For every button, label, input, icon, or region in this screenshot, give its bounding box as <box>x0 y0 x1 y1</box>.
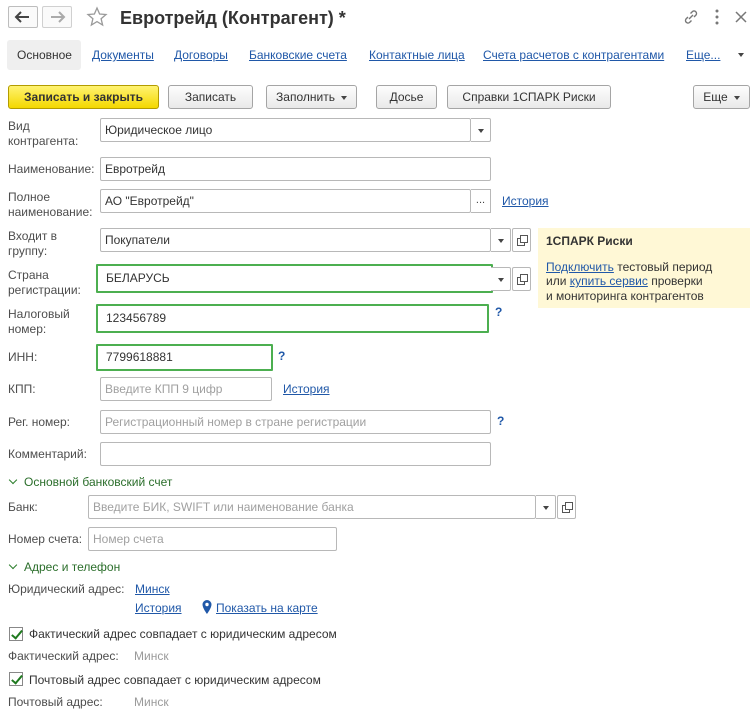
inn-help[interactable]: ? <box>278 349 285 363</box>
spark-reports-button[interactable]: Справки 1СПАРК Риски <box>447 85 611 109</box>
fill-button[interactable]: Заполнить <box>266 85 357 109</box>
forward-button[interactable] <box>42 6 72 28</box>
spark-panel-line3: и мониторинга контрагентов <box>546 289 704 303</box>
more-menu-icon[interactable] <box>712 8 722 26</box>
spark-connect-link[interactable]: Подключить <box>546 260 614 274</box>
actual-address-label: Фактический адрес: <box>8 649 119 663</box>
more-button[interactable]: Еще <box>693 85 750 109</box>
tax-number-help[interactable]: ? <box>495 305 502 319</box>
spark-panel-line1: Подключить тестовый период <box>546 260 712 275</box>
spark-panel-line2: или купить сервис проверки <box>546 274 703 289</box>
save-button[interactable]: Записать <box>168 85 253 109</box>
comment-label: Комментарий: <box>8 447 87 461</box>
reg-number-help[interactable]: ? <box>497 414 504 428</box>
tab-contacts[interactable]: Контактные лица <box>369 48 465 63</box>
comment-field[interactable] <box>100 442 491 466</box>
address-section-header[interactable]: Адрес и телефон <box>8 560 120 575</box>
tab-main-label: Основное <box>17 48 72 62</box>
actual-same-checkbox[interactable] <box>9 627 23 641</box>
back-button[interactable] <box>8 6 38 28</box>
country-dropdown-button[interactable] <box>491 267 511 291</box>
bank-label: Банк: <box>8 500 38 514</box>
group-field[interactable]: Покупатели <box>100 228 491 252</box>
star-icon <box>86 6 108 27</box>
bank-section-header[interactable]: Основной банковский счет <box>8 475 172 490</box>
country-field[interactable]: БЕЛАРУСЬ <box>96 264 493 293</box>
name-label: Наименование: <box>8 162 95 176</box>
tab-more[interactable]: Еще... <box>686 48 720 63</box>
link-icon[interactable] <box>682 8 700 26</box>
postal-address-label: Почтовый адрес: <box>8 695 103 709</box>
fill-button-label: Заполнить <box>276 90 335 104</box>
country-label: Страна регистрации: <box>8 268 81 297</box>
chevron-down-icon <box>340 95 347 100</box>
kind-dropdown-button[interactable] <box>471 118 491 142</box>
reg-number-field[interactable]: Регистрационный номер в стране регистрац… <box>100 410 491 434</box>
map-pin-icon <box>201 599 213 615</box>
kpp-field[interactable]: Введите КПП 9 цифр <box>100 377 272 401</box>
tab-more-caret <box>738 53 744 57</box>
chevron-down-icon <box>8 475 18 485</box>
country-open-button[interactable] <box>512 267 531 291</box>
window-title: Евротрейд (Контрагент) * <box>120 8 346 28</box>
spark-line2-rest: проверки <box>651 274 703 288</box>
full-name-field[interactable]: АО "Евротрейд" <box>100 189 471 213</box>
arrow-left-icon <box>14 11 29 23</box>
bank-open-button[interactable] <box>557 495 576 519</box>
more-button-label: Еще <box>703 90 728 104</box>
close-icon[interactable] <box>734 8 750 26</box>
bank-dropdown-button[interactable] <box>536 495 556 519</box>
tab-documents[interactable]: Документы <box>92 48 154 63</box>
legal-address-label: Юридический адрес: <box>8 582 125 596</box>
bank-field[interactable]: Введите БИК, SWIFT или наименование банк… <box>88 495 536 519</box>
actual-same-label: Фактический адрес совпадает с юридически… <box>29 627 337 641</box>
spark-panel-title: 1СПАРК Риски <box>546 234 633 248</box>
inn-field[interactable]: 7799618881 <box>96 344 273 371</box>
postal-same-checkbox[interactable] <box>9 672 23 686</box>
kpp-label: КПП: <box>8 382 36 396</box>
kpp-history-link[interactable]: История <box>283 382 330 397</box>
group-label: Входит в группу: <box>8 229 58 258</box>
full-name-select-button[interactable]: ... <box>471 189 491 213</box>
tab-contracts[interactable]: Договоры <box>174 48 228 63</box>
spark-line2-pre: или <box>546 274 567 288</box>
favorite-star-button[interactable] <box>86 6 108 28</box>
account-number-label: Номер счета: <box>8 532 83 546</box>
bank-section-title: Основной банковский счет <box>24 475 173 489</box>
group-open-button[interactable] <box>512 228 531 252</box>
arrow-right-icon <box>51 11 66 23</box>
kind-label: Вид контрагента: <box>8 119 79 148</box>
tax-number-label: Налоговый номер: <box>8 307 70 336</box>
spark-buy-link[interactable]: купить сервис <box>570 274 648 288</box>
full-name-history-link[interactable]: История <box>502 194 549 209</box>
actual-address-value: Минск <box>134 649 169 663</box>
chevron-down-icon <box>733 95 740 100</box>
legal-address-link[interactable]: Минск <box>135 582 170 597</box>
account-number-field[interactable]: Номер счета <box>88 527 337 551</box>
inn-label: ИНН: <box>8 350 38 364</box>
tab-settlement-accounts[interactable]: Счета расчетов с контрагентами <box>483 48 664 63</box>
legal-address-history-link[interactable]: История <box>135 601 182 616</box>
reg-number-label: Рег. номер: <box>8 415 70 429</box>
tax-number-field[interactable]: 123456789 <box>96 304 489 333</box>
postal-address-value: Минск <box>134 695 169 709</box>
group-dropdown-button[interactable] <box>491 228 511 252</box>
tab-bank-accounts[interactable]: Банковские счета <box>249 48 347 63</box>
chevron-down-icon <box>8 560 18 570</box>
dossier-button[interactable]: Досье <box>376 85 437 109</box>
spark-line1-text: тестовый период <box>617 260 713 274</box>
show-on-map-link[interactable]: Показать на карте <box>216 601 318 616</box>
postal-same-label: Почтовый адрес совпадает с юридическим а… <box>29 673 321 687</box>
address-section-title: Адрес и телефон <box>24 560 121 574</box>
name-field[interactable]: Евротрейд <box>100 157 491 181</box>
save-and-close-button[interactable]: Записать и закрыть <box>8 85 159 109</box>
kind-field[interactable]: Юридическое лицо <box>100 118 471 142</box>
full-name-label: Полное наименование: <box>8 190 93 219</box>
